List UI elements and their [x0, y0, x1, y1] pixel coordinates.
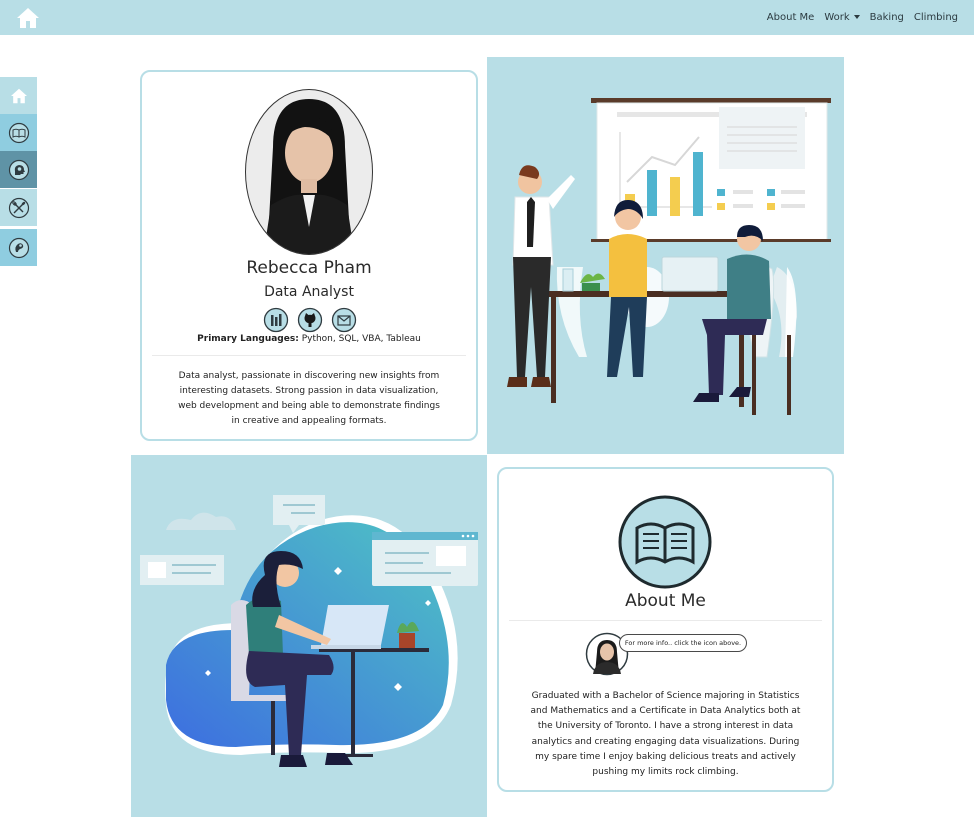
divider	[152, 355, 466, 356]
bio-line: in creative and appealing formats.	[231, 416, 387, 426]
about-line: pushing my limits rock climbing.	[592, 767, 739, 778]
info-bubble: For more info.. click the icon above.	[619, 634, 747, 652]
head-gears-icon	[8, 159, 29, 180]
about-line: and Mathematics and a Certificate in Dat…	[530, 706, 801, 717]
home-icon[interactable]	[16, 7, 40, 29]
home-icon	[10, 88, 27, 103]
nav-link-work-label: Work	[824, 12, 850, 23]
laptop-illustration	[131, 455, 487, 817]
bio-line: interesting datasets. Strong passion in …	[179, 386, 439, 396]
about-heading: About Me	[625, 591, 706, 611]
book-icon	[8, 122, 29, 143]
bio-line: web development and being able to demons…	[178, 401, 440, 411]
nav-link-climbing[interactable]: Climbing	[914, 12, 958, 23]
languages-value: Python, SQL, VBA, Tableau	[301, 334, 421, 344]
profile-name: Rebecca Pham	[246, 258, 372, 278]
whisk-spoon-icon	[8, 197, 29, 218]
tableau-icon[interactable]	[263, 307, 289, 333]
languages-label: Primary Languages:	[197, 334, 299, 344]
profile-bio: Data analyst, passionate in discovering …	[142, 369, 476, 429]
sidebar-item-baking[interactable]	[0, 189, 37, 226]
about-card: About Me For more info.. click the icon …	[497, 467, 834, 792]
about-line: my spare time I enjoy baking delicious t…	[535, 751, 796, 762]
sidebar-item-work[interactable]	[0, 151, 37, 188]
top-navbar: About Me Work Baking Climbing	[0, 0, 974, 35]
primary-languages: Primary Languages: Python, SQL, VBA, Tab…	[142, 334, 476, 344]
sidebar-item-climbing[interactable]	[0, 229, 37, 266]
book-icon[interactable]	[617, 494, 713, 590]
nav-link-baking[interactable]: Baking	[870, 12, 904, 23]
nav-links: About Me Work Baking Climbing	[757, 0, 958, 35]
nav-link-work[interactable]: Work	[824, 12, 860, 23]
bio-line: Data analyst, passionate in discovering …	[178, 371, 440, 381]
about-text: Graduated with a Bachelor of Science maj…	[499, 689, 832, 780]
about-line: analytics and creating engaging data vis…	[531, 736, 800, 747]
social-links	[263, 307, 357, 333]
chevron-down-icon	[853, 15, 860, 19]
profile-card: Rebecca Pham Data Analyst Primary Langua…	[140, 70, 478, 441]
about-line: Graduated with a Bachelor of Science maj…	[531, 691, 800, 701]
about-line: the University of Toronto. I have a stro…	[537, 721, 794, 732]
profile-photo	[245, 89, 373, 255]
divider	[509, 620, 822, 621]
email-icon[interactable]	[331, 307, 357, 333]
meeting-illustration	[487, 57, 844, 454]
profile-title: Data Analyst	[264, 284, 354, 300]
climbing-hold-icon	[8, 237, 29, 258]
github-icon[interactable]	[297, 307, 323, 333]
sidebar-item-about[interactable]	[0, 114, 37, 151]
sidebar-item-home[interactable]	[0, 77, 37, 114]
nav-link-about[interactable]: About Me	[767, 12, 815, 23]
